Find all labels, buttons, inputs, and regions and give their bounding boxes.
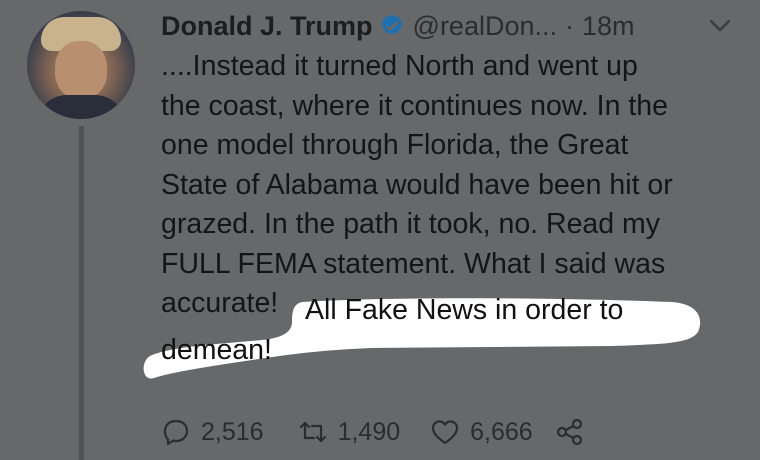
retweet-icon [299, 421, 326, 443]
tweet-line: the coast, where it continues now. In th… [161, 89, 668, 122]
share-button[interactable] [555, 417, 585, 447]
retweet-count: 1,490 [337, 417, 401, 446]
avatar-face [55, 41, 107, 99]
tweet-actions: 2,516 1,490 6,666 [161, 414, 585, 450]
avatar-suit [37, 95, 125, 119]
tweet-line: grazed. In the path it took, no. Read my [161, 208, 661, 240]
reply-icon [163, 419, 189, 446]
time-separator: · [565, 10, 574, 41]
thread-line [79, 126, 84, 460]
author-name[interactable]: Donald J. Trump [161, 11, 373, 42]
tweet-body: ....Instead it turned North and went up … [161, 47, 741, 324]
like-button[interactable]: 6,666 [430, 417, 533, 447]
avatar[interactable] [27, 11, 135, 119]
share-icon [556, 418, 582, 446]
heart-icon [432, 420, 459, 445]
tweet-line: State of Alabama would have been hit or [161, 168, 673, 201]
verified-badge-icon [381, 14, 402, 35]
chevron-down-icon[interactable] [707, 16, 733, 36]
highlighted-text: demean! [161, 334, 272, 366]
tweet-header: Donald J. Trump @realDon... · 18m [161, 6, 635, 46]
tweet-line: one model through Florida, the Great [161, 129, 629, 161]
retweet-button[interactable]: 1,490 [298, 417, 401, 447]
tweet-line: FULL FEMA statement. What I said was [161, 247, 666, 280]
tweet-line: ....Instead it turned North and went up [161, 50, 638, 82]
like-count: 6,666 [470, 417, 533, 446]
reply-button[interactable]: 2,516 [161, 417, 264, 447]
highlighted-text: All Fake News in order to [305, 294, 624, 326]
timestamp[interactable]: 18m [582, 11, 635, 42]
reply-count: 2,516 [201, 417, 264, 446]
author-handle[interactable]: @realDon... [413, 11, 557, 42]
